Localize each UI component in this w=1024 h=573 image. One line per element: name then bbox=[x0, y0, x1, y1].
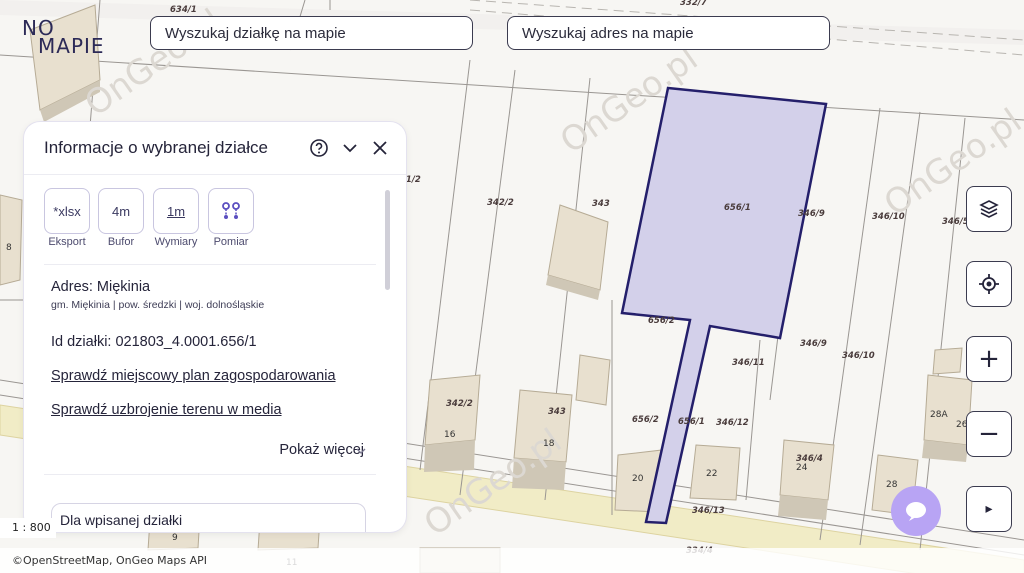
building-number-label: 18 bbox=[543, 439, 555, 449]
parcel-id: Id działki: 021803_4.0001.656/1 bbox=[51, 334, 257, 350]
buffer-button[interactable]: 4m bbox=[98, 188, 144, 234]
parcel-number-label: 346/13 bbox=[692, 506, 725, 516]
building-number-label: 28A bbox=[930, 410, 948, 420]
zoom-in-button[interactable]: + bbox=[966, 336, 1012, 382]
help-icon[interactable] bbox=[309, 138, 329, 158]
parcel-number-label: 342/2 bbox=[487, 198, 514, 208]
parcel-subsection[interactable]: Dla wpisanej działki bbox=[51, 503, 366, 532]
parcel-search-input[interactable] bbox=[150, 16, 473, 50]
map-attribution: ©OpenStreetMap, OnGeo Maps API bbox=[0, 548, 1024, 573]
building-number-label: 16 bbox=[444, 430, 456, 440]
logo-line-2: MAPIE bbox=[38, 34, 105, 58]
building-number-label: 8 bbox=[6, 243, 12, 253]
parcel-number-label: 346/12 bbox=[716, 418, 749, 428]
parcel-number-label: 656/2 bbox=[632, 415, 659, 425]
locate-icon bbox=[979, 274, 999, 294]
parcel-number-label: 346/5 bbox=[942, 217, 969, 227]
close-icon[interactable] bbox=[370, 138, 390, 158]
panel-title: Informacje o wybranej działce bbox=[44, 138, 268, 157]
address-search-input[interactable] bbox=[507, 16, 830, 50]
building-number-label: 20 bbox=[632, 474, 644, 484]
parcel-number-label: 656/1 bbox=[678, 417, 705, 427]
parcel-number-label: 346/10 bbox=[872, 212, 905, 222]
chevron-down-icon bbox=[356, 448, 366, 454]
parcel-number-label: 343 bbox=[592, 199, 610, 209]
chat-icon bbox=[906, 502, 926, 521]
dimensions-label: Wymiary bbox=[154, 236, 198, 248]
zoning-plan-link[interactable]: Sprawdź miejscowy plan zagospodarowania bbox=[51, 368, 336, 384]
layers-button[interactable] bbox=[966, 186, 1012, 232]
building-number-label: 9 bbox=[172, 533, 178, 543]
parcel-number-label: 346/9 bbox=[800, 339, 827, 349]
parcel-number-label: 343 bbox=[548, 407, 566, 417]
export-xlsx-button[interactable]: *xlsx bbox=[44, 188, 90, 234]
panel-scrollbar[interactable] bbox=[385, 190, 390, 290]
parcel-number-label: 656/1 bbox=[724, 203, 751, 213]
parcel-number-label: 346/11 bbox=[732, 358, 765, 368]
divider bbox=[24, 174, 406, 175]
export-label: Eksport bbox=[48, 236, 86, 248]
dimensions-button[interactable]: 1m bbox=[153, 188, 199, 234]
collapse-chevron-icon[interactable] bbox=[340, 138, 360, 158]
parcel-number-label: 346/9 bbox=[798, 209, 825, 219]
divider bbox=[44, 264, 376, 265]
show-more-label: Pokaż więcej bbox=[279, 442, 364, 458]
measure-label: Pomiar bbox=[213, 236, 249, 248]
building-number-label: 24 bbox=[796, 463, 808, 473]
parcel-number-label: 656/2 bbox=[648, 316, 675, 326]
buffer-label: Bufor bbox=[107, 236, 135, 248]
parcel-number-label: 332/7 bbox=[680, 0, 707, 8]
parcel-number-label: 634/1 bbox=[170, 5, 197, 15]
locate-button[interactable] bbox=[966, 261, 1012, 307]
zoom-out-button[interactable]: − bbox=[966, 411, 1012, 457]
address-line: Adres: Miękinia bbox=[51, 279, 151, 295]
divider bbox=[44, 474, 376, 475]
parcel-number-label: 346/10 bbox=[842, 351, 875, 361]
utilities-link[interactable]: Sprawdź uzbrojenie terenu w media bbox=[51, 402, 282, 418]
measure-icon bbox=[222, 202, 240, 219]
building-number-label: 28 bbox=[886, 480, 898, 490]
chat-button[interactable] bbox=[891, 486, 941, 536]
layers-icon bbox=[979, 200, 999, 218]
parcel-info-panel: Informacje o wybranej działce *xlsx Eksp… bbox=[24, 122, 406, 532]
logo[interactable]: NO MAPIE bbox=[22, 18, 122, 58]
scale-indicator: 1 : 800 bbox=[0, 518, 56, 538]
building-number-label: 22 bbox=[706, 469, 717, 479]
address-sub: gm. Miękinia | pow. średzki | woj. dolno… bbox=[51, 299, 265, 311]
measure-button[interactable] bbox=[208, 188, 254, 234]
parcel-number-label: 342/2 bbox=[446, 399, 473, 409]
show-more-button[interactable]: Pokaż więcej bbox=[279, 442, 364, 458]
expand-button[interactable]: ▸ bbox=[966, 486, 1012, 532]
